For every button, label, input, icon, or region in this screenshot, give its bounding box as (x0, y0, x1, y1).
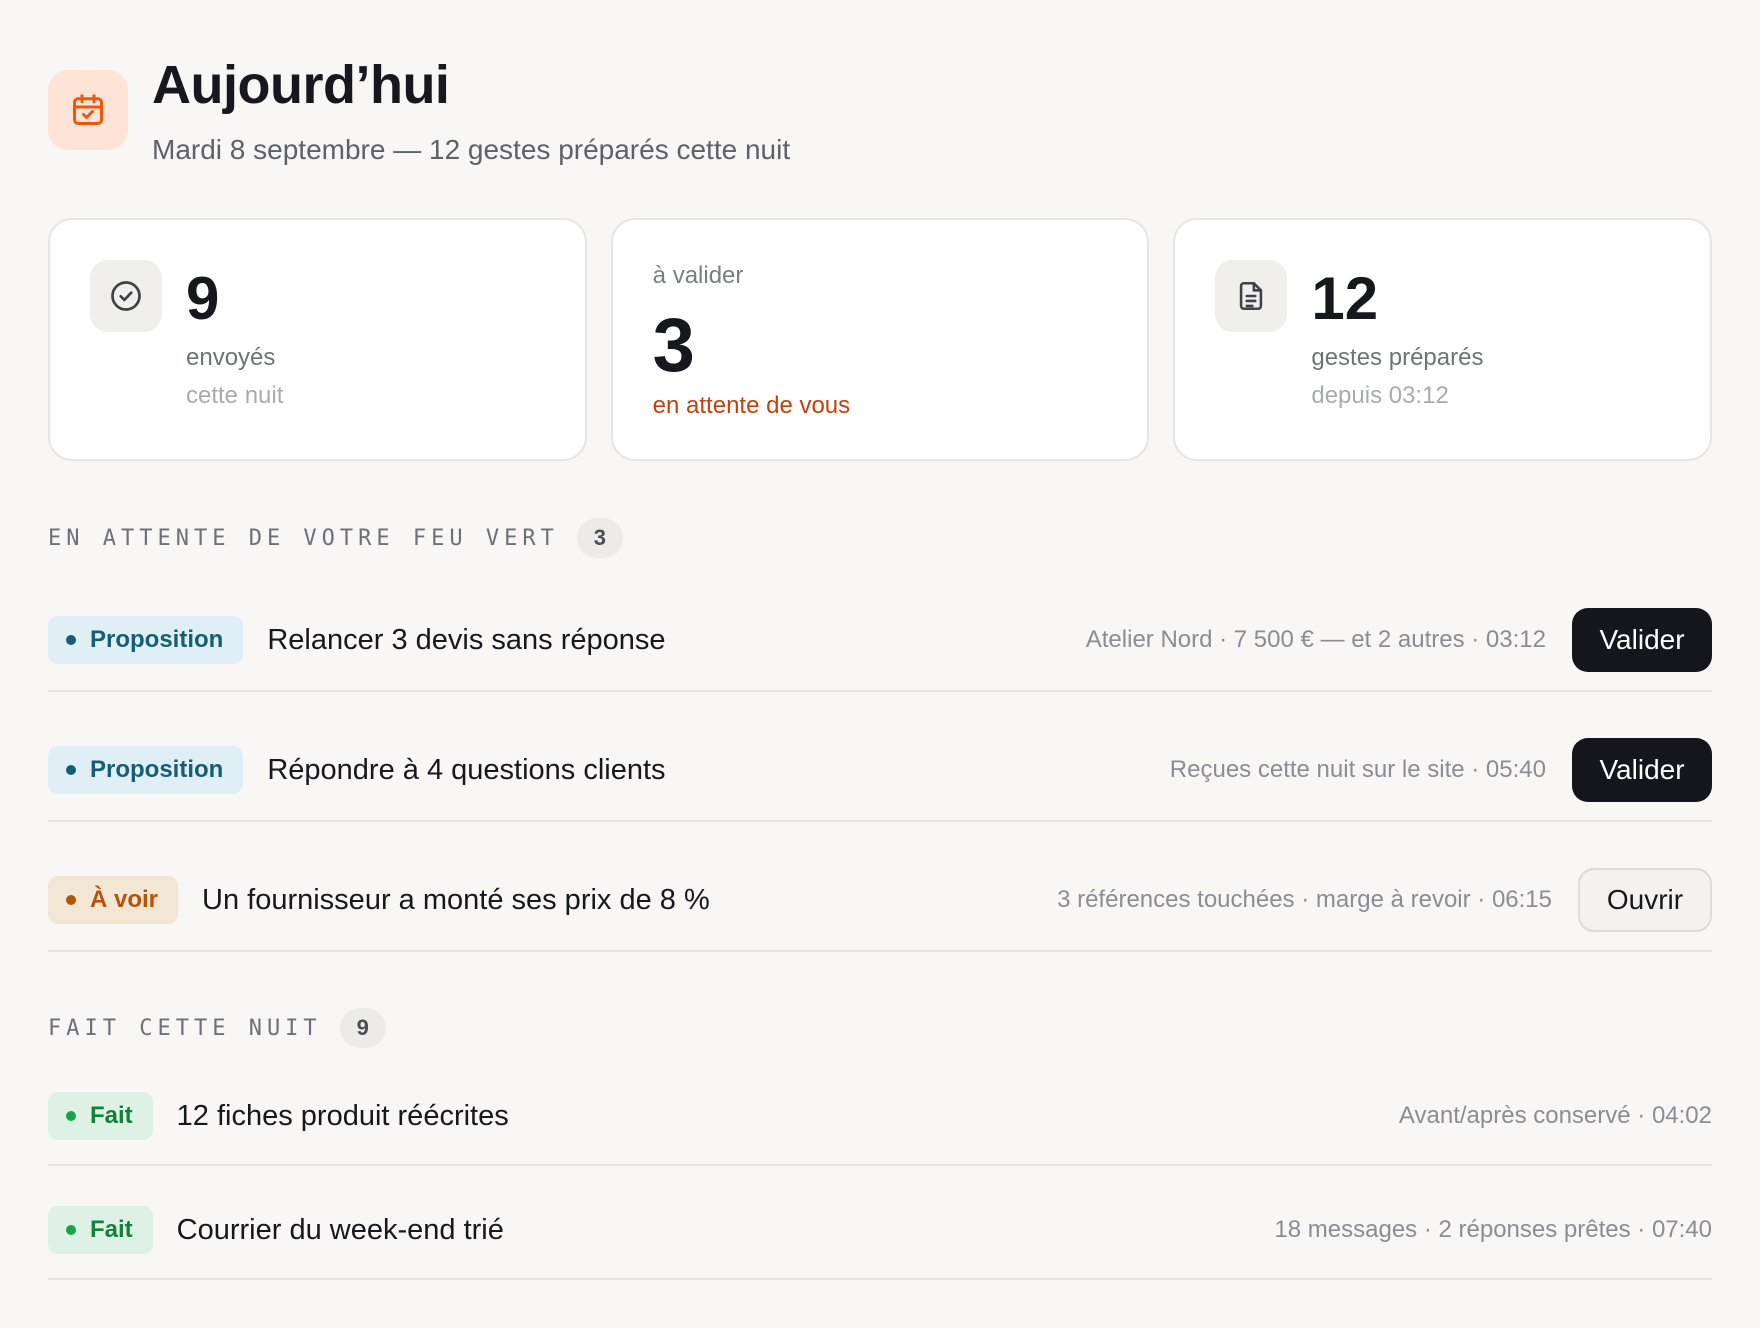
status-badge-label: Fait (90, 1102, 133, 1129)
section-count-badge: 3 (576, 518, 623, 558)
status-badge: Proposition (48, 746, 244, 794)
status-badge-label: Fait (90, 1216, 133, 1243)
status-badge: Fait (48, 1092, 153, 1140)
stat-pending-value: 3 (652, 303, 695, 388)
stat-prepared-value: 12 (1311, 265, 1379, 332)
status-dot (66, 1111, 76, 1121)
status-dot (66, 765, 76, 775)
pending-row: Proposition Répondre à 4 questions clien… (48, 720, 1712, 822)
pending-row: À voir Un fournisseur a monté ses prix d… (48, 850, 1712, 952)
row-title: 12 fiches produit réécrites (176, 1099, 509, 1132)
stat-prepared-sublabel: depuis 03:12 (1311, 382, 1449, 409)
section-title: EN ATTENTE DE VOTRE FEU VERT (48, 525, 559, 551)
page-header: Aujourd’hui Mardi 8 septembre — 12 geste… (48, 50, 790, 166)
status-badge-label: Proposition (90, 626, 224, 653)
done-row: Fait Courrier du week-end trié 18 messag… (48, 1182, 1712, 1280)
status-dot (66, 895, 76, 905)
done-section-heading: FAIT CETTE NUIT 9 (48, 1008, 386, 1048)
status-dot (66, 1225, 76, 1235)
validate-button[interactable]: Valider (1572, 738, 1712, 802)
row-meta: Reçues cette nuit sur le site · 05:40 (1169, 756, 1546, 783)
stat-sent-sublabel: cette nuit (186, 382, 284, 409)
status-dot (66, 635, 76, 645)
page-subtitle: Mardi 8 septembre — 12 gestes préparés c… (152, 134, 791, 165)
stat-sent-label: envoyés (186, 344, 276, 371)
validate-button[interactable]: Valider (1572, 608, 1712, 672)
row-meta: 18 messages · 2 réponses prêtes · 07:40 (1274, 1216, 1712, 1243)
check-circle-icon (90, 260, 162, 332)
row-title: Relancer 3 devis sans réponse (267, 623, 666, 656)
row-title: Courrier du week-end trié (176, 1213, 504, 1246)
status-badge-label: Proposition (90, 756, 224, 783)
status-badge-label: À voir (90, 886, 159, 913)
stat-sent-value: 9 (186, 265, 220, 332)
done-row: Fait 12 fiches produit réécrites Avant/a… (48, 1068, 1712, 1166)
stat-pending-note: en attente de vous (652, 392, 851, 419)
calendar-check-icon (48, 70, 128, 150)
stat-pending-label: à valider (652, 262, 744, 289)
stat-card-pending: à valider 3 en attente de vous (610, 218, 1150, 461)
row-meta: Avant/après conservé · 04:02 (1398, 1102, 1712, 1129)
row-meta: 3 références touchées · marge à revoir ·… (1057, 886, 1552, 913)
row-meta: Atelier Nord · 7 500 € — et 2 autres · 0… (1085, 626, 1546, 653)
pending-section-heading: EN ATTENTE DE VOTRE FEU VERT 3 (48, 518, 623, 558)
row-title: Un fournisseur a monté ses prix de 8 % (202, 883, 710, 916)
stat-card-sent: 9 envoyés cette nuit (48, 218, 587, 461)
page-title: Aujourd’hui (152, 55, 450, 115)
status-badge: À voir (48, 876, 179, 924)
stat-prepared-label: gestes préparés (1311, 344, 1484, 371)
section-title: FAIT CETTE NUIT (48, 1015, 322, 1041)
pending-row: Proposition Relancer 3 devis sans répons… (48, 590, 1712, 692)
status-badge: Fait (48, 1206, 153, 1254)
document-icon (1215, 260, 1288, 332)
stats-row: 9 envoyés cette nuit à valider 3 en atte… (48, 218, 1713, 461)
open-button[interactable]: Ouvrir (1578, 868, 1712, 932)
stat-card-prepared: 12 gestes préparés depuis 03:12 (1173, 218, 1713, 461)
section-count-badge: 9 (339, 1008, 386, 1048)
row-title: Répondre à 4 questions clients (267, 753, 666, 786)
status-badge: Proposition (48, 616, 244, 664)
